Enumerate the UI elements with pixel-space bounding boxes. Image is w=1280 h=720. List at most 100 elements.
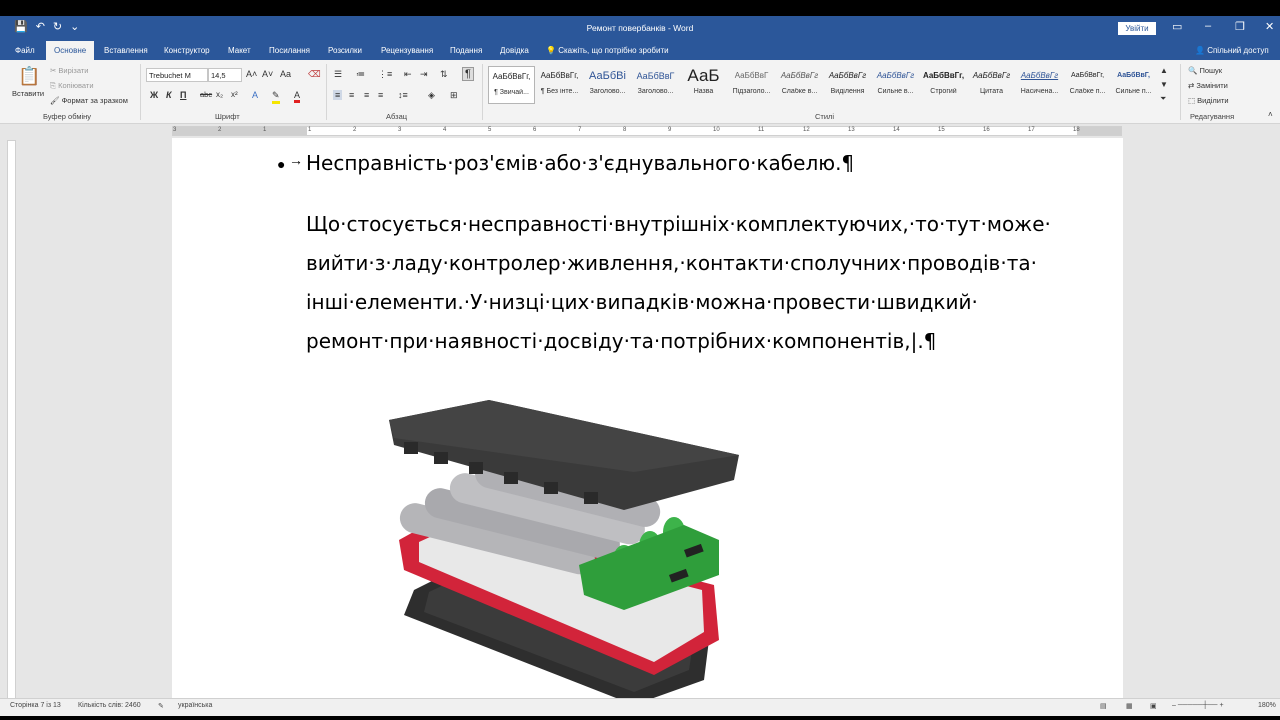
zoom-slider[interactable]: – ─────┼── + [1172,702,1224,709]
ribbon-display-icon[interactable]: ▭ [1172,20,1182,33]
style-sample: АаБбВвГг [1020,71,1059,80]
style-heading2[interactable]: АаБбВвГ Заголово... [632,66,679,104]
tab-file[interactable]: Файл [15,41,35,60]
style-subtle-emphasis[interactable]: АаБбВвГг Слабке в... [776,66,823,104]
language[interactable]: українська [178,702,212,709]
read-mode-icon[interactable]: ▤ [1100,702,1107,710]
clear-formatting-icon[interactable]: ⌫ [308,69,321,80]
ruler-number: 7 [578,127,582,133]
minimize-icon[interactable]: – [1205,20,1211,32]
signin-button[interactable]: Увійти [1118,22,1156,35]
underline-button[interactable]: П [180,90,186,100]
font-size-field[interactable]: 14,5 [208,68,242,82]
style-heading1[interactable]: АаБбВі Заголово... [584,66,631,104]
align-right-icon[interactable]: ≡ [364,90,369,100]
tab-layout[interactable]: Макет [228,41,251,60]
style-emphasis[interactable]: АаБбВвГг Виділення [824,66,871,104]
cursor-icon: ⬚ [1188,96,1198,105]
subscript-button[interactable]: x₂ [216,90,223,99]
paragraph-line[interactable]: інші·елементи.·У·низці·цих·випадків·можн… [306,283,1076,322]
bold-button[interactable]: Ж [150,90,158,100]
proofing-icon[interactable]: ✎ [158,702,164,710]
page-count[interactable]: Сторінка 7 із 13 [10,702,61,709]
shading-icon[interactable]: ◈ [428,90,435,101]
tab-home[interactable]: Основне [46,41,95,60]
word-count[interactable]: Кількість слів: 2460 [78,702,141,709]
style-intense-reference[interactable]: АаБбВвГ, Сильне п... [1110,66,1157,104]
tab-mailings[interactable]: Розсилки [328,41,362,60]
horizontal-ruler[interactable]: 3 2 1 1 2 3 4 5 6 7 8 9 10 11 12 13 14 15 16 17 18 [172,126,1122,136]
increase-indent-icon[interactable]: ⇥ [420,69,428,80]
tab-view[interactable]: Подання [450,41,482,60]
bullet-item-text[interactable]: Несправність·роз'ємів·або·з'єднувального… [306,144,1076,183]
format-painter-button[interactable]: 🖌 Формат за зразком [50,96,128,105]
font-name-field[interactable]: Trebuchet M [146,68,208,82]
tab-design[interactable]: Конструктор [164,41,210,60]
styles-scroll-down-icon[interactable]: ▼ [1160,80,1168,89]
paragraph-line[interactable]: Що·стосується·несправності·внутрішніх·ко… [306,205,1076,244]
align-left-icon[interactable]: ≡ [333,90,343,100]
collapse-ribbon-icon[interactable]: ˄ [1268,110,1273,119]
tab-help[interactable]: Довідка [500,41,529,60]
zoom-level[interactable]: 180% [1258,702,1276,709]
powerbank-image[interactable] [384,400,744,710]
ruler-number: 9 [668,127,672,133]
web-layout-icon[interactable]: ▣ [1150,702,1157,710]
cut-button[interactable]: ✂ Вирізати [50,66,88,75]
highlight-icon[interactable]: ✎ [272,90,280,104]
ruler-number: 10 [713,127,720,133]
decrease-indent-icon[interactable]: ⇤ [404,69,412,80]
superscript-button[interactable]: x² [231,90,238,99]
styles-more-icon[interactable]: ⏷ [1160,94,1166,104]
numbering-icon[interactable]: ≔ [356,69,365,80]
align-center-icon[interactable]: ≡ [349,90,354,100]
document-page[interactable]: ● → Несправність·роз'ємів·або·з'єднуваль… [172,138,1123,708]
style-subtle-reference[interactable]: АаБбВвГг, Слабке п... [1064,66,1111,104]
paragraph-line[interactable]: вийти·з·ладу·контролер·живлення,·контакт… [306,244,1076,283]
style-quote[interactable]: АаБбВвГг Цитата [968,66,1015,104]
copy-button[interactable]: ⎘ Копіювати [50,81,94,91]
restore-icon[interactable]: ❐ [1235,20,1245,33]
shrink-font-icon[interactable]: A˅ [262,69,273,79]
vertical-scrollbar[interactable] [1270,136,1280,698]
style-intense-emphasis[interactable]: АаБбВвГг Сильне в... [872,66,919,104]
style-name: Сильне п... [1115,88,1152,95]
style-no-spacing[interactable]: АаБбВвГг, ¶ Без інте... [536,66,583,104]
paragraph-line[interactable]: ремонт·при·наявності·досвіду·та·потрібни… [306,322,1076,361]
show-formatting-button[interactable]: ¶ [462,67,474,81]
grow-font-icon[interactable]: A˄ [246,69,257,79]
font-color-icon[interactable]: A [294,90,301,103]
vertical-ruler[interactable] [7,140,16,700]
style-intense-quote[interactable]: АаБбВвГг Насичена... [1016,66,1063,104]
tab-insert[interactable]: Вставлення [104,41,148,60]
find-button[interactable]: 🔍 Пошук [1188,66,1222,75]
style-subtitle[interactable]: АаБбВвГ Підзаголо... [728,66,775,104]
close-icon[interactable]: ✕ [1265,20,1274,33]
borders-icon[interactable]: ⊞ [450,90,458,101]
tab-references[interactable]: Посилання [269,41,310,60]
bullet-icon: ● [277,156,286,172]
search-icon: 🔍 [1188,66,1200,75]
tell-me-box[interactable]: 💡 Скажіть, що потрібно зробити [546,41,669,60]
sort-icon[interactable]: ⇅ [440,69,448,80]
tab-review[interactable]: Рецензування [381,41,433,60]
line-spacing-icon[interactable]: ↕≡ [398,90,408,100]
paste-icon[interactable]: 📋 [18,66,40,87]
justify-icon[interactable]: ≡ [378,90,383,100]
share-button[interactable]: 👤 Спільний доступ [1195,41,1269,60]
italic-button[interactable]: К [166,90,172,100]
status-bar: Сторінка 7 із 13 Кількість слів: 2460 ✎ … [0,698,1280,716]
replace-button[interactable]: ⇄ Замінити [1188,81,1228,90]
style-normal[interactable]: АаБбВвГг, ¶ Звичай... [488,66,535,104]
style-strong[interactable]: АаБбВвГг, Строгий [920,66,967,104]
select-button[interactable]: ⬚ Виділити [1188,96,1229,105]
styles-scroll-up-icon[interactable]: ▲ [1160,66,1168,75]
bullets-icon[interactable]: ☰ [334,69,342,80]
strikethrough-button[interactable]: abc [200,90,212,99]
multilevel-list-icon[interactable]: ⋮≡ [378,69,392,80]
paste-button[interactable]: Вставити [12,89,44,98]
style-title[interactable]: АаБ Назва [680,66,727,104]
print-layout-icon[interactable]: ▦ [1126,702,1133,710]
change-case-icon[interactable]: Aa [280,69,291,79]
text-effects-icon[interactable]: A [252,90,258,100]
